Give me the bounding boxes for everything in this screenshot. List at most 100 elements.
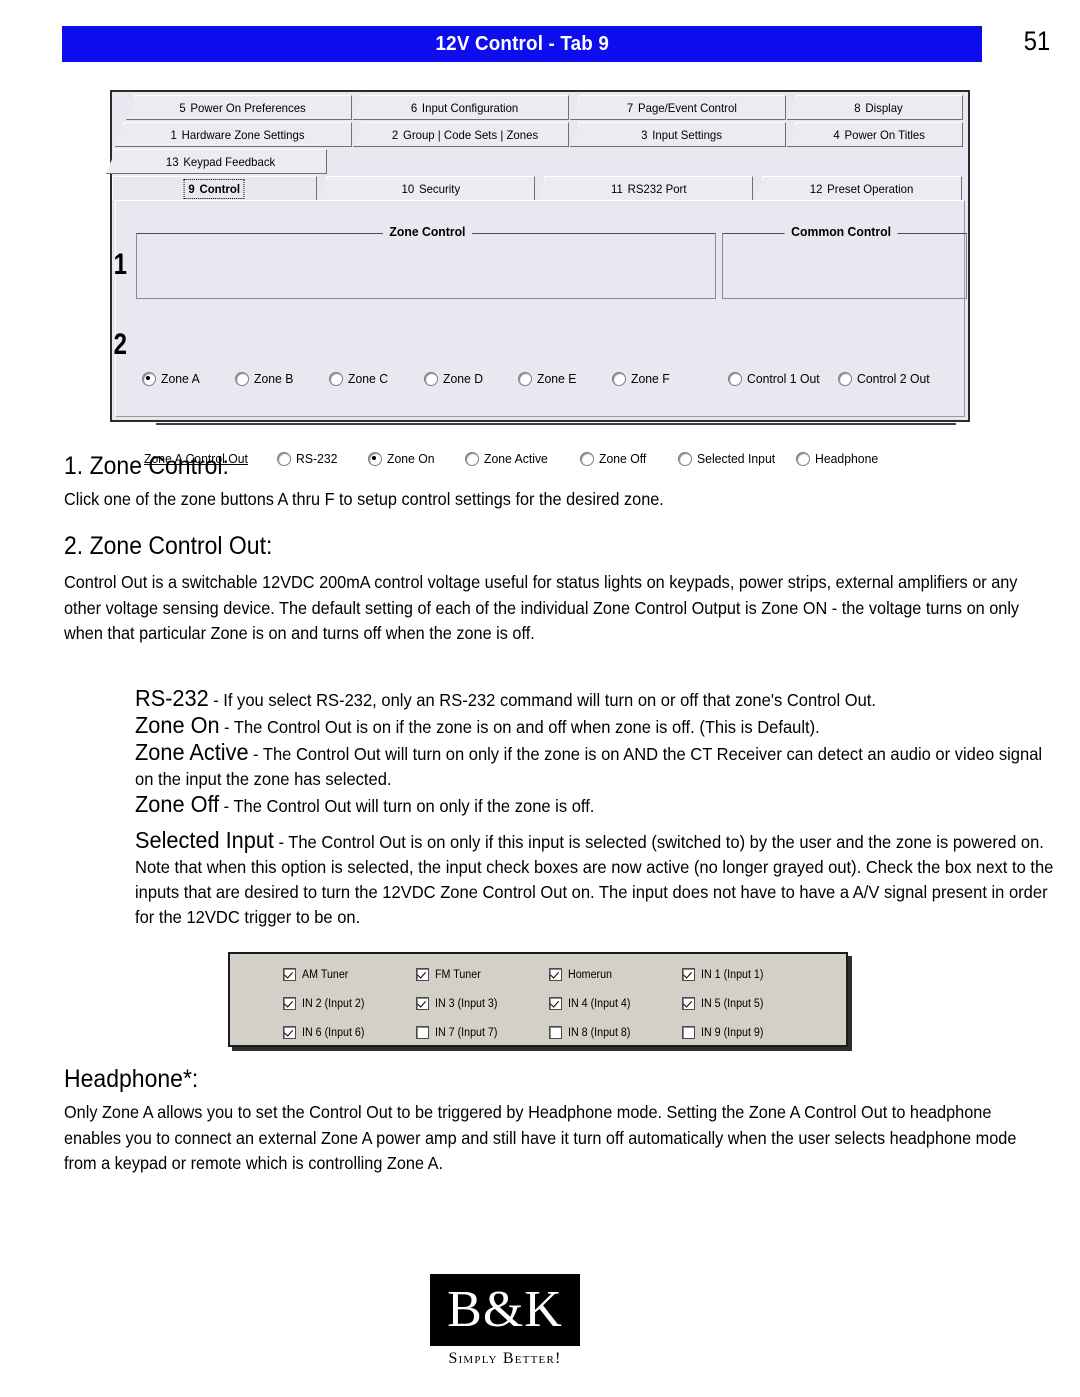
radio-zone-off[interactable]: Zone Off — [580, 451, 649, 466]
tab-number: 13 — [165, 154, 179, 169]
paragraph-zone-control: Click one of the zone buttons A thru F t… — [64, 489, 664, 509]
tab-page-event-control[interactable]: 7 Page/Event Control — [578, 95, 786, 120]
tab-group-code-sets-zones[interactable]: 2 Group | Code Sets | Zones — [361, 122, 569, 147]
checkbox-fm-tuner[interactable]: FM Tuner — [416, 960, 549, 989]
radio-indicator-icon — [612, 371, 627, 386]
checkbox-icon — [416, 1026, 429, 1039]
checkbox-in-2[interactable]: IN 2 (Input 2) — [283, 989, 416, 1018]
definition-term: Selected Input — [135, 827, 274, 853]
checkbox-icon — [549, 997, 562, 1010]
radio-zone-c[interactable]: Zone C — [329, 371, 391, 386]
radio-label: Zone C — [348, 371, 389, 386]
tab-label: Display — [865, 100, 904, 115]
checkbox-icon — [283, 997, 296, 1010]
checkbox-icon — [682, 968, 695, 981]
radio-selected-input[interactable]: Selected Input — [677, 451, 780, 466]
radio-indicator-icon — [423, 371, 438, 386]
page-title: 12V Control - Tab 9 — [435, 32, 609, 55]
tab-power-on-titles[interactable]: 4 Power On Titles — [795, 122, 963, 147]
radio-indicator-icon — [838, 371, 853, 386]
tab-control[interactable]: 9 Control — [112, 176, 317, 201]
radio-headphone[interactable]: Headphone — [795, 451, 882, 466]
logo-mark-box: B&K — [430, 1274, 580, 1346]
separator-line — [156, 423, 956, 425]
tab-number: 12 — [810, 181, 823, 196]
checkbox-row: AM Tuner FM Tuner Homerun IN 1 (Input 1) — [230, 960, 846, 989]
radio-label: Control 1 Out — [747, 371, 820, 386]
logo-mark: B&K — [447, 1281, 563, 1338]
checkbox-in-4[interactable]: IN 4 (Input 4) — [549, 989, 682, 1018]
checkbox-am-tuner[interactable]: AM Tuner — [283, 960, 416, 989]
zone-radio-group: Zone A Zone B Zone C Zone D Zone E Zone … — [142, 371, 693, 386]
checkbox-icon — [283, 968, 296, 981]
radio-zone-a[interactable]: Zone A — [142, 371, 202, 386]
checkbox-in-6[interactable]: IN 6 (Input 6) — [283, 1018, 416, 1047]
tab-page-control: Zone Control Common Control Zone A Zone … — [115, 200, 967, 466]
checkbox-in-3[interactable]: IN 3 (Input 3) — [416, 989, 549, 1018]
radio-zone-d[interactable]: Zone D — [423, 371, 486, 386]
checkbox-label: IN 2 (Input 2) — [302, 997, 365, 1010]
tab-label: Page/Event Control — [638, 100, 737, 115]
radio-zone-on[interactable]: Zone On — [367, 451, 438, 466]
radio-control-2-out[interactable]: Control 2 Out — [838, 371, 934, 386]
tab-row-3: 13 Keypad Feedback — [112, 149, 968, 175]
common-control-radio-group: Control 1 Out Control 2 Out — [728, 371, 955, 386]
tab-number: 6 — [411, 100, 418, 115]
radio-label: Zone D — [442, 371, 483, 386]
tab-label: Power On Titles — [844, 127, 925, 142]
annotation-number-1: 1 — [113, 248, 128, 281]
tab-label: RS232 Port — [627, 181, 687, 196]
tab-row-2: 1 Hardware Zone Settings 2 Group | Code Se… — [112, 122, 968, 148]
tab-display[interactable]: 8 Display — [795, 95, 963, 120]
checkbox-homerun[interactable]: Homerun — [549, 960, 682, 989]
tab-preset-operation[interactable]: 12 Preset Operation — [762, 176, 962, 201]
tab-label: Power On Preferences — [190, 100, 307, 115]
tab-keypad-feedback[interactable]: 13 Keypad Feedback — [114, 149, 327, 174]
radio-indicator-icon — [465, 451, 480, 466]
radio-zone-f[interactable]: Zone F — [612, 371, 672, 386]
definition-zone-active: Zone Active - The Control Out will turn … — [135, 740, 1042, 792]
checkbox-label: FM Tuner — [435, 968, 481, 981]
header-title-bar: 12V Control - Tab 9 — [62, 26, 982, 62]
page-number: 51 — [1023, 26, 1051, 56]
radio-indicator-icon — [580, 451, 595, 466]
radio-zone-e[interactable]: Zone E — [518, 371, 579, 386]
checkbox-in-7[interactable]: IN 7 (Input 7) — [416, 1018, 549, 1047]
checkbox-in-5[interactable]: IN 5 (Input 5) — [682, 989, 815, 1018]
radio-control-1-out[interactable]: Control 1 Out — [728, 371, 824, 386]
tab-rs232-port[interactable]: 11 RS232 Port — [544, 176, 753, 201]
tab-hardware-zone-settings[interactable]: 1 Hardware Zone Settings — [123, 122, 352, 147]
tab-strip: 5 Power On Preferences 6 Input Configurati… — [112, 92, 968, 201]
radio-indicator-icon — [518, 371, 533, 386]
checkbox-label: IN 8 (Input 8) — [568, 1026, 631, 1039]
tab-power-on-preferences[interactable]: 5 Power On Preferences — [134, 95, 352, 120]
tab-number: 1 — [170, 127, 177, 142]
control-out-mode-group: Zone A Control Out RS-232 Zone On Zone A… — [144, 451, 902, 466]
checkbox-icon — [416, 968, 429, 981]
tab-number: 11 — [610, 181, 623, 196]
definition-body: - The Control Out will turn on only if t… — [135, 744, 1043, 789]
heading-zone-control-out: 2. Zone Control Out: — [64, 532, 273, 560]
checkbox-icon — [549, 968, 562, 981]
radio-indicator-icon — [276, 451, 291, 466]
radio-zone-active[interactable]: Zone Active — [465, 451, 552, 466]
tab-input-settings[interactable]: 3 Input Settings — [578, 122, 786, 147]
radio-label: Zone F — [631, 371, 671, 386]
tab-label: Keypad Feedback — [183, 154, 276, 169]
radio-label: Zone Active — [484, 451, 549, 466]
checkbox-in-8[interactable]: IN 8 (Input 8) — [549, 1018, 682, 1047]
definition-body: - The Control Out will turn on only if t… — [223, 796, 595, 816]
radio-zone-b[interactable]: Zone B — [235, 371, 296, 386]
page-header: 12V Control - Tab 9 51 — [0, 26, 1080, 66]
radio-label: Control 2 Out — [857, 371, 931, 386]
radio-label: Zone On — [386, 451, 435, 466]
tab-number: 8 — [854, 100, 862, 115]
checkbox-in-9[interactable]: IN 9 (Input 9) — [682, 1018, 815, 1047]
checkbox-label: IN 5 (Input 5) — [701, 997, 764, 1010]
radio-rs-232[interactable]: RS-232 — [276, 451, 340, 466]
tab-security[interactable]: 10 Security — [326, 176, 535, 201]
tab-label: Security — [418, 181, 460, 196]
tab-input-configuration[interactable]: 6 Input Configuration — [361, 95, 569, 120]
control-dialog-screenshot: 5 Power On Preferences 6 Input Configurati… — [110, 90, 970, 466]
checkbox-in-1[interactable]: IN 1 (Input 1) — [682, 960, 815, 989]
